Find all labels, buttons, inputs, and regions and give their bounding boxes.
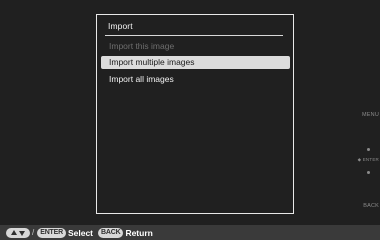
back-key-badge: BACK (98, 227, 124, 238)
left-indicator-icon: ◆ (357, 157, 362, 162)
menu-title: Import (108, 21, 133, 31)
side-menu-label: MENU (362, 112, 379, 118)
menu-item-import-this-image: Import this image (109, 41, 175, 51)
up-down-arrows-icon (6, 227, 30, 238)
side-enter-label: ◆ ENTER (358, 157, 379, 163)
menu-item-import-multiple-images[interactable]: Import multiple images (101, 56, 290, 69)
title-divider (105, 35, 283, 36)
up-indicator-icon (367, 148, 370, 151)
return-hint: Return (125, 227, 153, 238)
side-back-label: BACK (363, 203, 379, 209)
menu-item-import-all-images[interactable]: Import all images (101, 73, 290, 86)
separator-slash: / (32, 228, 35, 237)
import-menu-panel: Import Import this image Import multiple… (96, 14, 294, 214)
enter-key-badge: ENTER (37, 227, 66, 238)
side-enter-text: ENTER (362, 157, 379, 162)
side-control-labels: MENU ◆ ENTER BACK (350, 0, 380, 240)
down-indicator-icon (367, 171, 370, 174)
photo-frame-screen: Import Import this image Import multiple… (0, 0, 380, 240)
bottom-help-bar: / ENTER Select BACK Return (0, 225, 380, 240)
select-hint: Select (67, 227, 94, 238)
